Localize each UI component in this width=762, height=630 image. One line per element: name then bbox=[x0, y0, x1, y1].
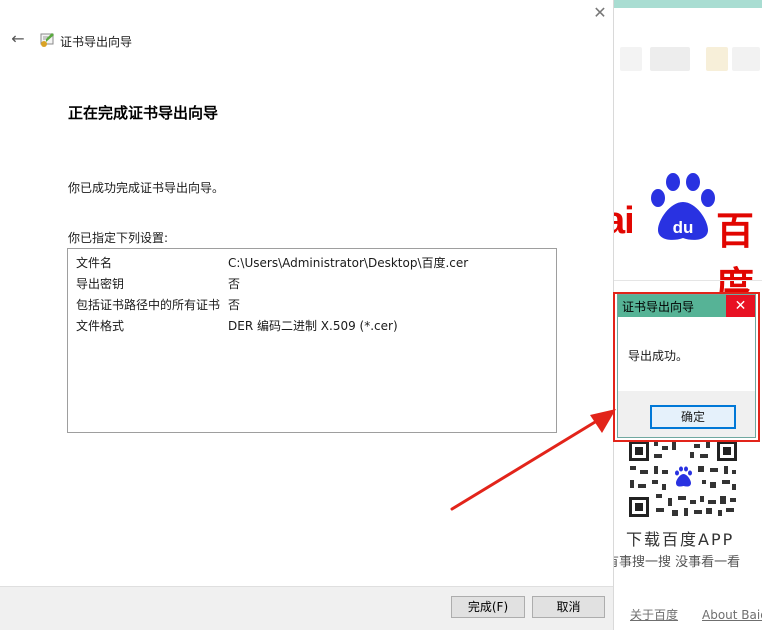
divider bbox=[614, 280, 762, 281]
close-icon[interactable]: ✕ bbox=[590, 4, 610, 22]
setting-value: 否 bbox=[228, 298, 241, 312]
dialog-button-bar: 确定 bbox=[618, 391, 755, 437]
blurred-nav-item bbox=[620, 47, 642, 71]
certificate-icon bbox=[40, 33, 54, 47]
setting-value: DER 编码二进制 X.509 (*.cer) bbox=[228, 319, 398, 333]
back-arrow-icon[interactable]: ← bbox=[9, 30, 27, 48]
setting-key: 文件格式 bbox=[76, 319, 125, 333]
browser-tab-strip bbox=[614, 0, 762, 8]
dialog-titlebar[interactable]: 证书导出向导 ✕ bbox=[618, 295, 755, 317]
setting-key: 导出密钥 bbox=[76, 277, 125, 291]
setting-value: C:\Users\Administrator\Desktop\百度.cer bbox=[228, 256, 469, 270]
paw-icon: du bbox=[651, 173, 715, 240]
ok-button[interactable]: 确定 bbox=[650, 405, 736, 429]
dialog-title: 证书导出向导 bbox=[622, 300, 695, 314]
dialog-body: 导出成功。 bbox=[618, 317, 755, 391]
setting-key: 包括证书路径中的所有证书 bbox=[76, 298, 221, 312]
link-about-baidu-en[interactable]: About Baidu bbox=[702, 608, 762, 622]
footer-links: 关于百度 About Baidu bbox=[630, 606, 762, 623]
cancel-button[interactable]: 取消 bbox=[532, 596, 605, 618]
settings-list[interactable]: 文件名 C:\Users\Administrator\Desktop\百度.ce… bbox=[67, 248, 557, 433]
setting-key: 文件名 bbox=[76, 256, 113, 270]
export-success-dialog: 证书导出向导 ✕ 导出成功。 确定 bbox=[617, 294, 756, 438]
dialog-message: 导出成功。 bbox=[628, 349, 689, 363]
logo-text-du: du bbox=[673, 218, 694, 237]
settings-label: 你已指定下列设置: bbox=[68, 231, 169, 245]
blurred-nav-item bbox=[732, 47, 760, 71]
qr-code-icon bbox=[628, 440, 738, 518]
page-heading: 正在完成证书导出向导 bbox=[68, 104, 219, 122]
link-about-baidu-cn[interactable]: 关于百度 bbox=[630, 608, 678, 622]
logo-text-ai: ai bbox=[614, 200, 635, 242]
setting-value: 否 bbox=[228, 277, 241, 291]
blurred-nav-item bbox=[650, 47, 690, 71]
baidu-logo[interactable]: ai du 百度 bbox=[614, 172, 762, 308]
wizard-title: 证书导出向导 bbox=[60, 35, 133, 49]
certificate-export-wizard: ✕ ← 证书导出向导 正在完成证书导出向导 你已成功完成证书导出向导。 你已指定… bbox=[0, 0, 614, 630]
download-app-text: 下载百度APP bbox=[626, 530, 735, 549]
blurred-nav-item bbox=[706, 47, 728, 71]
dialog-close-icon[interactable]: ✕ bbox=[726, 295, 755, 317]
slogan-text: 有事搜一搜 没事看一看 bbox=[614, 555, 741, 570]
finish-button[interactable]: 完成(F) bbox=[451, 596, 525, 618]
success-message: 你已成功完成证书导出向导。 bbox=[68, 181, 225, 195]
